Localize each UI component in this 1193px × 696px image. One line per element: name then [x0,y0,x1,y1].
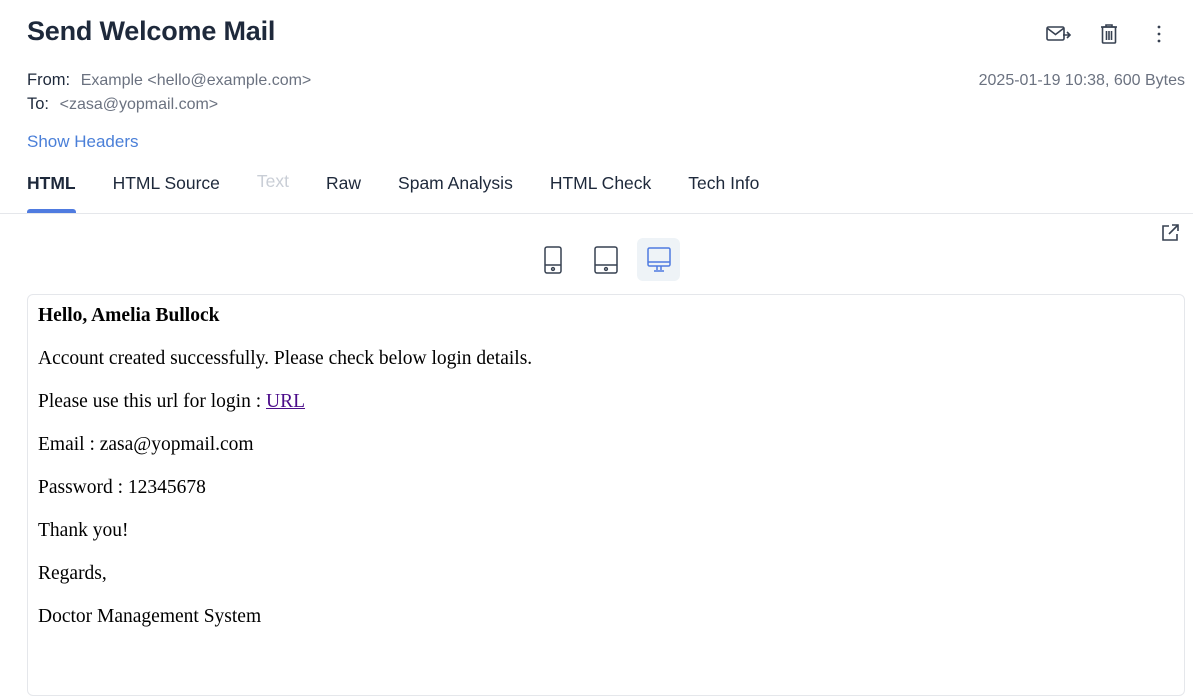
mail-email-line: Email : zasa@yopmail.com [38,434,254,455]
mail-preview: Hello, Amelia Bullock Account created su… [27,294,1185,696]
mail-regards: Regards, [38,563,107,584]
forward-mail-icon[interactable] [1045,22,1073,46]
tab-divider [0,213,1193,214]
to-value: <zasa@yopmail.com> [59,96,219,113]
tab-html[interactable]: HTML [27,173,76,213]
tab-tech-info[interactable]: Tech Info [688,173,759,213]
external-link-icon[interactable] [1160,223,1180,243]
mail-greeting: Hello, Amelia Bullock [38,305,220,326]
page-title: Send Welcome Mail [27,16,276,46]
to-label: To: [27,95,50,113]
login-url-link[interactable]: URL [266,391,305,412]
to-row: To: <zasa@yopmail.com> [27,95,218,114]
tab-html-check[interactable]: HTML Check [550,173,651,213]
mail-thanks: Thank you! [38,520,129,541]
from-label: From: [27,71,71,89]
mail-body: Hello, Amelia Bullock Account created su… [28,295,1184,659]
desktop-icon[interactable] [637,238,680,281]
device-toggle [531,238,680,281]
show-headers-link[interactable]: Show Headers [27,132,139,152]
tab-spam-analysis[interactable]: Spam Analysis [398,173,513,213]
mail-line: Account created successfully. Please che… [38,348,533,369]
tab-raw[interactable]: Raw [326,173,361,213]
tab-html-source[interactable]: HTML Source [113,173,220,213]
date-size: 2025-01-19 10:38, 600 Bytes [978,72,1185,89]
tab-text: Text [256,171,290,191]
mail-password-line: Password : 12345678 [38,477,206,498]
from-value: Example <hello@example.com> [80,72,312,89]
trash-icon[interactable] [1095,22,1123,46]
view-tabs: HTML HTML Source Text Raw Spam Analysis … [27,171,796,213]
more-vertical-icon[interactable] [1145,22,1173,46]
phone-icon[interactable] [531,238,574,281]
mail-url-line: Please use this url for login : URL [38,391,1174,413]
mail-actions [1045,22,1173,46]
mail-signature: Doctor Management System [38,606,262,627]
url-prefix: Please use this url for login : [38,391,267,412]
from-row: From: Example <hello@example.com> [27,71,311,90]
tablet-icon[interactable] [584,238,627,281]
